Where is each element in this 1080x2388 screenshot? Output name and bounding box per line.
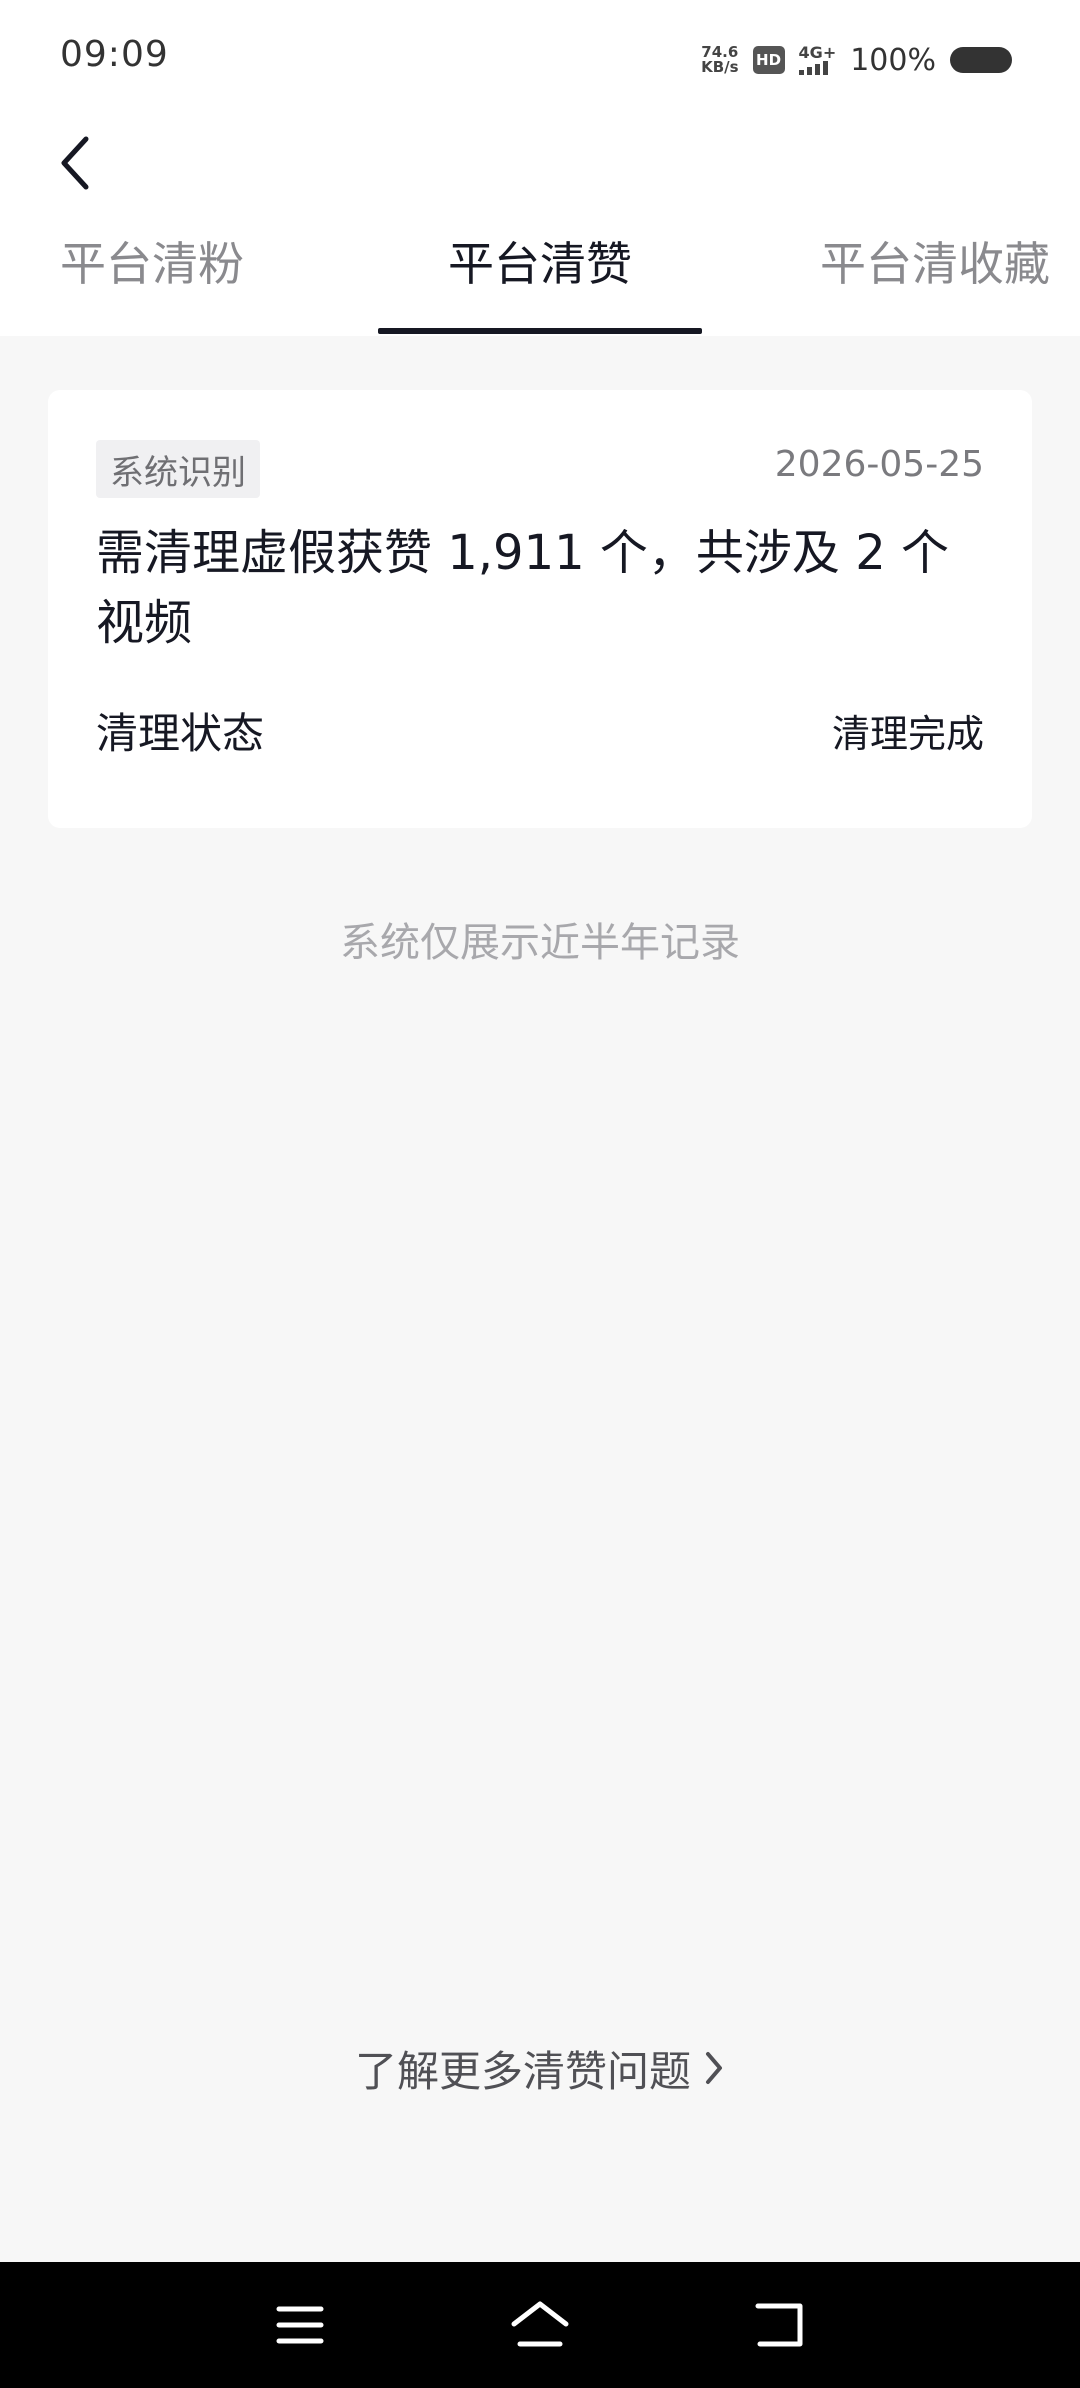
status-bar: 09:09 74.6 KB/s HD 4G+ 100% [0, 0, 1080, 116]
header: 平台清粉 平台清赞 平台清收藏 [0, 116, 1080, 336]
network-speed: 74.6 KB/s [701, 45, 738, 75]
chevron-left-icon [61, 136, 89, 190]
tab-clear-likes[interactable]: 平台清赞 [378, 228, 702, 336]
source-tag: 系统识别 [96, 440, 260, 498]
cleanup-status-row: 清理状态 清理完成 [96, 702, 984, 758]
tab-clear-favorites[interactable]: 平台清收藏 [760, 228, 1050, 336]
hd-icon: HD [752, 46, 785, 74]
history-notice: 系统仅展示近半年记录 [340, 920, 740, 966]
chevron-right-icon [706, 2052, 722, 2084]
status-time: 09:09 [60, 34, 169, 75]
status-value: 清理完成 [831, 711, 984, 756]
back-button[interactable] [56, 118, 126, 208]
tab-bar: 平台清粉 平台清赞 平台清收藏 [0, 228, 1080, 336]
nav-home-button[interactable] [500, 2292, 580, 2358]
tab-clear-fans[interactable]: 平台清粉 [60, 228, 300, 336]
status-label: 清理状态 [96, 708, 265, 758]
nav-back-button[interactable] [740, 2292, 820, 2358]
record-title: 需清理虚假获赞 1,911 个，共涉及 2 个视频 [96, 525, 949, 651]
tab-active-indicator [378, 328, 702, 334]
nav-menu-button[interactable] [260, 2292, 340, 2358]
return-icon [755, 2303, 803, 2347]
battery-percent: 100% [850, 42, 936, 78]
signal-bars [798, 61, 828, 75]
learn-more-link[interactable]: 了解更多清赞问题 [0, 2038, 1080, 2098]
record-date: 2026-05-25 [774, 444, 984, 485]
status-icons: 74.6 KB/s HD 4G+ 100% [701, 38, 1012, 82]
network-speed-unit: KB/s [701, 58, 739, 76]
signal-icon: 4G+ [798, 43, 837, 75]
battery-icon [950, 47, 1012, 73]
system-nav-bar [0, 2262, 1080, 2388]
learn-more-label: 了解更多清赞问题 [354, 2046, 691, 2096]
signal-label: 4G+ [798, 43, 837, 62]
menu-icon [276, 2306, 324, 2344]
home-icon [511, 2301, 569, 2347]
cleanup-record-card[interactable]: 系统识别 2026-05-25 需清理虚假获赞 1,911 个，共涉及 2 个视… [48, 390, 1032, 828]
